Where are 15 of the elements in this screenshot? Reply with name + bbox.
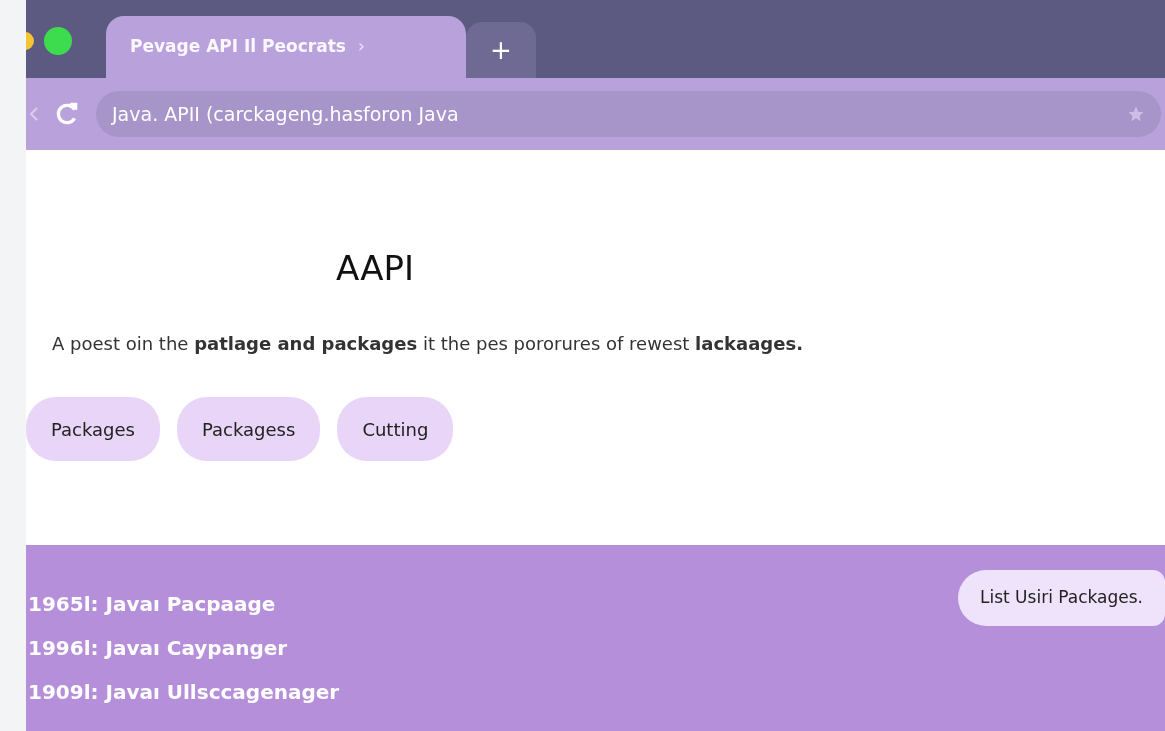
package-entry: 1996l: Javaı Caypanger — [28, 635, 289, 662]
star-icon[interactable] — [1127, 105, 1145, 123]
tab-title: Pevage API Il Peocrats — [130, 35, 346, 59]
package-chip[interactable]: Cutting — [337, 397, 454, 461]
page-description: A poest oin the patlage and packages it the pes pororures of rewest lackaages. — [52, 332, 803, 356]
page-title: AAPI — [336, 247, 414, 290]
tab-chevron: › — [357, 35, 365, 59]
list-packages-button[interactable]: List Usiri Packages. — [958, 570, 1165, 626]
new-tab-button[interactable]: + — [466, 22, 536, 78]
package-entry: 1965l: Javaı Pacpaage — [28, 591, 277, 618]
package-chip[interactable]: Packagess — [177, 397, 321, 461]
reload-icon[interactable] — [54, 101, 80, 127]
package-entry: 1909l: Javaı Ullsccagenager — [28, 679, 340, 706]
package-chip[interactable]: Packages — [26, 397, 160, 461]
address-text: Java. APII (carckageng.hasforon Java — [112, 101, 460, 127]
